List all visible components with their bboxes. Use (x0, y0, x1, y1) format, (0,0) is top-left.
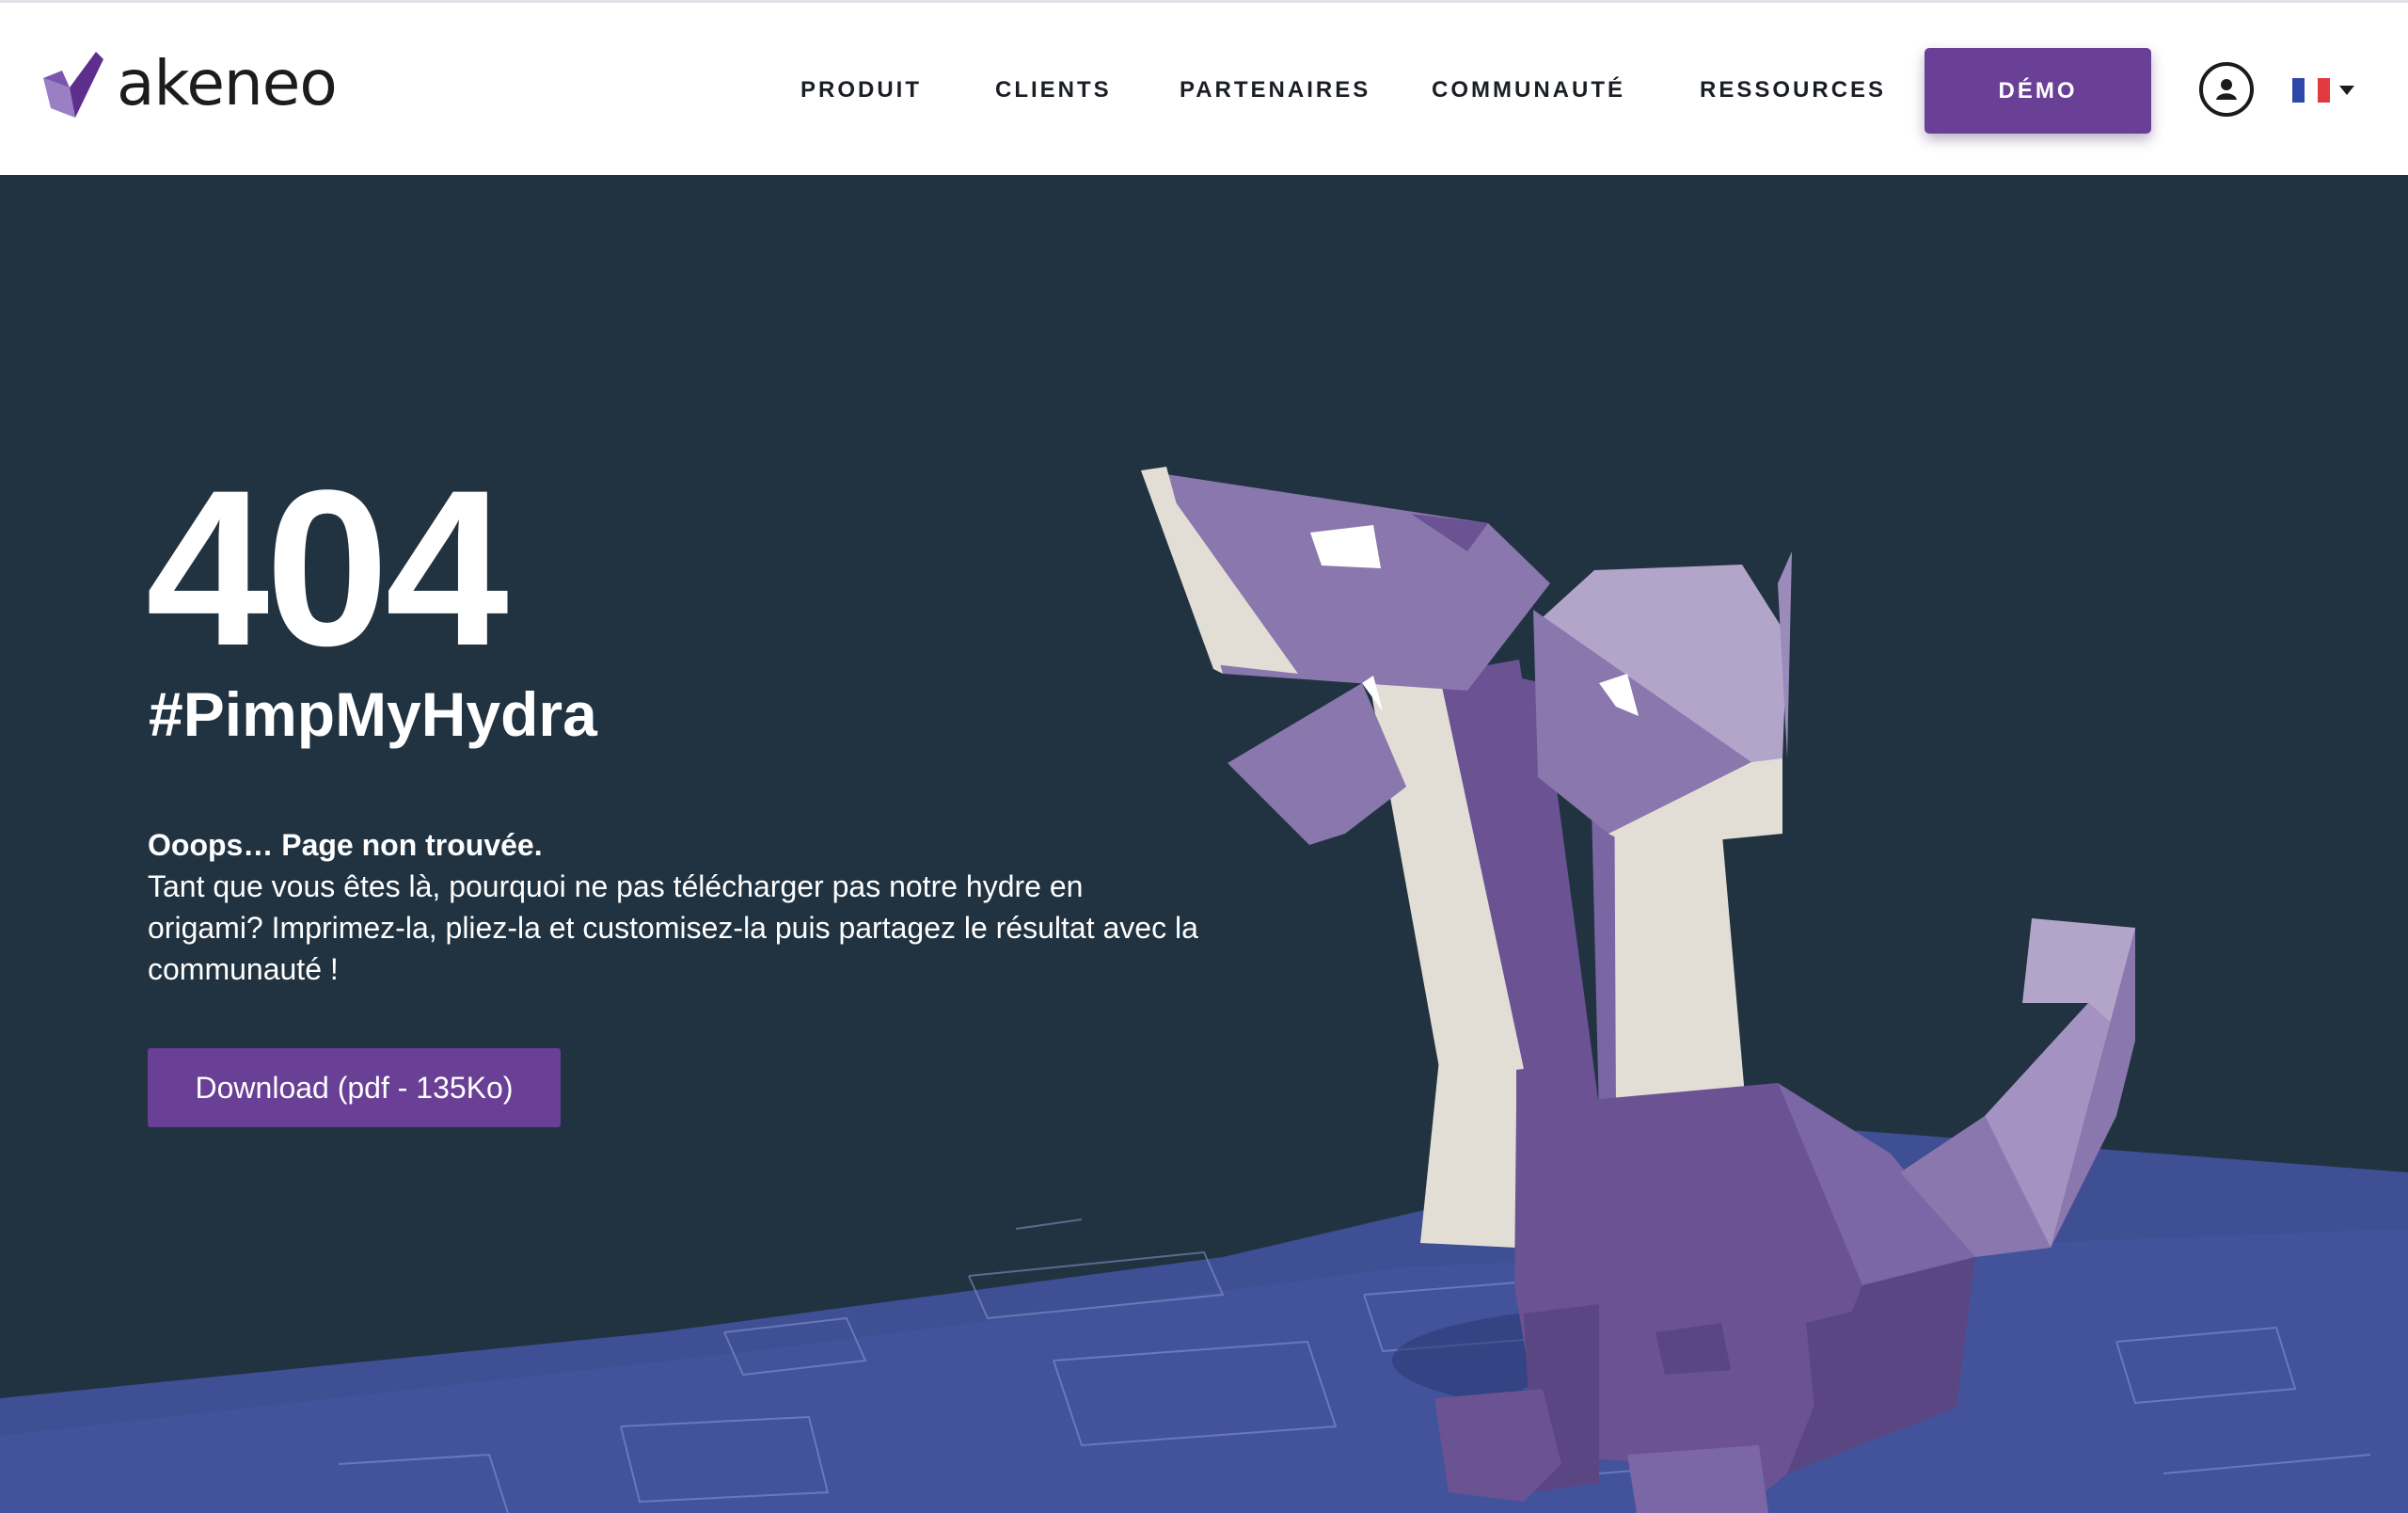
akeneo-logo[interactable]: akeneo (41, 46, 338, 121)
error-code: 404 (146, 444, 509, 693)
nav-item-communaute[interactable]: COMMUNAUTÉ (1432, 72, 1625, 108)
france-flag-icon (2292, 78, 2330, 103)
nav-item-produit[interactable]: PRODUIT (800, 72, 922, 108)
demo-button[interactable]: DÉMO (1925, 48, 2151, 134)
nav-item-partenaires[interactable]: PARTENAIRES (1180, 72, 1370, 108)
nav-item-ressources[interactable]: RESSOURCES (1700, 72, 1886, 108)
language-selector[interactable] (2292, 76, 2354, 104)
error-headline: Ooops… Page non trouvée. (148, 828, 543, 862)
user-icon (2216, 79, 2237, 100)
site-header: akeneo PRODUIT CLIENTS PARTENAIRES COMMU… (0, 0, 2408, 175)
account-button[interactable] (2199, 62, 2254, 117)
nav-item-clients[interactable]: CLIENTS (995, 72, 1112, 108)
download-pdf-button[interactable]: Download (pdf - 135Ko) (148, 1048, 561, 1127)
error-description: Tant que vous êtes là, pourquoi ne pas t… (148, 869, 1198, 986)
akeneo-logo-mark-icon (43, 52, 103, 118)
logo-wordmark: akeneo (117, 47, 338, 119)
hashtag-title: #PimpMyHydra (149, 679, 597, 749)
hero-section: 404 #PimpMyHydra Ooops… Page non trouvée… (0, 175, 2408, 1513)
caret-down-icon (2339, 86, 2354, 95)
error-message: Ooops… Page non trouvée. Tant que vous ê… (148, 824, 1201, 990)
